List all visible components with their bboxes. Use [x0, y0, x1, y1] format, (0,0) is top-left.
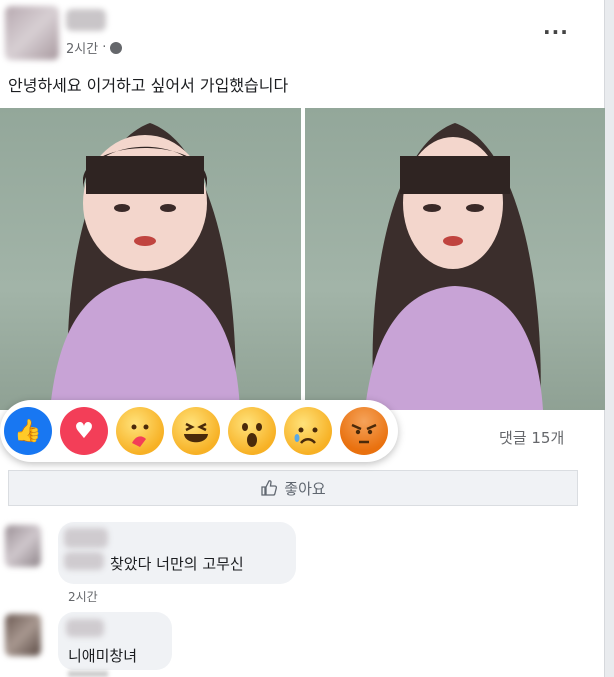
- reaction-picker: 👍 ♥: [0, 400, 398, 462]
- post-time[interactable]: 2시간: [66, 38, 98, 57]
- comment-time-blurred: [68, 671, 108, 677]
- more-options-button[interactable]: ···: [543, 20, 569, 44]
- comment-count[interactable]: 댓글 15개: [499, 427, 564, 448]
- globe-icon: [110, 41, 123, 54]
- angry-reaction-icon[interactable]: [340, 407, 388, 455]
- wow-reaction-icon[interactable]: [228, 407, 276, 455]
- like-reaction-icon[interactable]: 👍: [4, 407, 52, 455]
- dot-separator: ·: [102, 40, 107, 55]
- comment-time[interactable]: 2시간: [68, 588, 98, 605]
- comment-text: 찾았다 너만의 고무신: [110, 555, 244, 573]
- haha-reaction-icon[interactable]: [172, 407, 220, 455]
- like-button[interactable]: 좋아요: [8, 470, 578, 506]
- post-card: 2시간 · ··· 안녕하세요 이거하고 싶어서 가입했습니다 댓글 15개 좋…: [0, 0, 605, 677]
- commenter-name[interactable]: [66, 619, 104, 637]
- commenter-avatar[interactable]: [5, 614, 41, 656]
- author-avatar[interactable]: [5, 6, 59, 60]
- love-reaction-icon[interactable]: ♥: [60, 407, 108, 455]
- care-reaction-icon[interactable]: [116, 407, 164, 455]
- sad-reaction-icon[interactable]: [284, 407, 332, 455]
- commenter-avatar[interactable]: [5, 525, 41, 567]
- photo-after[interactable]: [304, 108, 605, 410]
- author-name[interactable]: [66, 9, 106, 31]
- post-meta: 2시간 ·: [66, 38, 123, 57]
- commenter-name-line2: [64, 552, 104, 570]
- like-label: 좋아요: [284, 479, 326, 498]
- commenter-name[interactable]: [64, 528, 108, 548]
- comment-text: 니애미창녀: [68, 647, 138, 665]
- photo-before[interactable]: [0, 108, 301, 410]
- post-photos: [0, 108, 605, 410]
- post-text: 안녕하세요 이거하고 싶어서 가입했습니다: [8, 76, 289, 95]
- thumbs-up-icon: [261, 480, 278, 496]
